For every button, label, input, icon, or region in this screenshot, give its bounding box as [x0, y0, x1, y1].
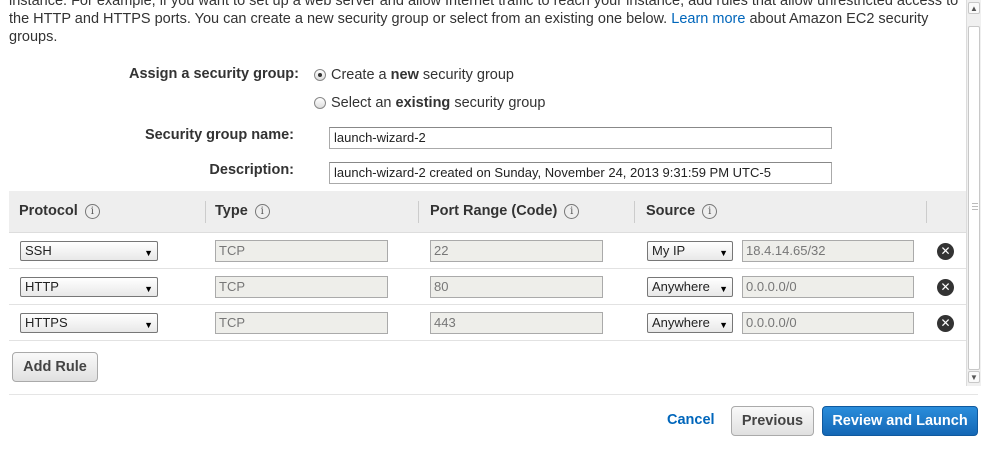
protocol-select[interactable]: SSH ▼ [20, 241, 158, 261]
previous-button[interactable]: Previous [731, 406, 814, 436]
source-info-icon[interactable]: i [702, 203, 718, 219]
chevron-down-icon: ▼ [144, 320, 153, 330]
footer-divider [9, 394, 978, 395]
header-protocol: Protocol i [19, 203, 100, 219]
column-divider [926, 201, 927, 223]
chevron-down-icon: ▼ [144, 284, 153, 294]
port-range-info-icon[interactable]: i [564, 203, 580, 219]
add-rule-button[interactable]: Add Rule [12, 352, 98, 382]
protocol-select[interactable]: HTTP ▼ [20, 277, 158, 297]
table-row: HTTP ▼ TCP 80 Anywhere ▼ 0.0.0.0/0 ✕ [9, 269, 966, 305]
column-divider [418, 201, 419, 223]
description-input[interactable]: launch-wizard-2 created on Sunday, Novem… [329, 162, 832, 184]
table-row: SSH ▼ TCP 22 My IP ▼ 18.4.14.65/32 ✕ [9, 233, 966, 269]
radio-select-existing[interactable]: Select an existing security group [314, 95, 545, 111]
grip-icon [972, 203, 978, 210]
scroll-up-icon[interactable]: ▲ [968, 2, 980, 14]
source-select[interactable]: Anywhere ▼ [647, 313, 733, 333]
assign-group-label: Assign a security group: [128, 66, 299, 82]
port-range-field: 80 [430, 276, 603, 298]
source-select[interactable]: My IP ▼ [647, 241, 733, 261]
intro-line-3: groups. [9, 29, 58, 45]
chevron-down-icon: ▼ [719, 320, 728, 330]
intro-line-1: instance. For example, if you want to se… [9, 0, 959, 9]
rules-table-header: Protocol i Type i Port Range (Code) i Sourc… [9, 191, 966, 233]
radio-select-existing-label: Select an existing security group [331, 95, 546, 111]
radio-select-existing-button[interactable] [314, 97, 326, 109]
security-group-panel: instance. For example, if you want to se… [0, 0, 966, 395]
scrollbar-thumb[interactable] [968, 26, 980, 370]
source-select[interactable]: Anywhere ▼ [647, 277, 733, 297]
scroll-down-icon[interactable]: ▼ [968, 371, 980, 383]
table-row: HTTPS ▼ TCP 443 Anywhere ▼ 0.0.0.0/0 ✕ [9, 305, 966, 341]
intro-line-2-text: the HTTP and HTTPS ports. You can create… [9, 11, 668, 27]
header-type: Type i [215, 203, 270, 219]
cancel-button[interactable]: Cancel [667, 412, 715, 428]
group-name-label: Security group name: [144, 127, 294, 143]
vertical-scrollbar[interactable]: ▲ ▼ [966, 0, 981, 386]
port-range-field: 443 [430, 312, 603, 334]
protocol-info-icon[interactable]: i [84, 203, 100, 219]
source-cidr-field[interactable]: 0.0.0.0/0 [742, 276, 914, 298]
header-port-range: Port Range (Code) i [430, 203, 580, 219]
radio-create-new[interactable]: Create a new security group [314, 67, 514, 83]
type-field: TCP [215, 276, 388, 298]
port-range-field: 22 [430, 240, 603, 262]
chevron-down-icon: ▼ [719, 284, 728, 294]
remove-rule-icon[interactable]: ✕ [937, 243, 954, 260]
type-field: TCP [215, 312, 388, 334]
review-and-launch-button[interactable]: Review and Launch [822, 406, 978, 436]
radio-create-new-button[interactable] [314, 69, 326, 81]
radio-create-new-label: Create a new security group [331, 67, 514, 83]
column-divider [205, 201, 206, 223]
group-name-input[interactable]: launch-wizard-2 [329, 127, 832, 149]
chevron-down-icon: ▼ [144, 248, 153, 258]
remove-rule-icon[interactable]: ✕ [937, 315, 954, 332]
description-label: Description: [209, 162, 294, 178]
learn-more-link[interactable]: Learn more [671, 11, 745, 27]
remove-rule-icon[interactable]: ✕ [937, 279, 954, 296]
column-divider [634, 201, 635, 223]
intro-text: instance. For example, if you want to se… [9, 0, 959, 46]
protocol-select[interactable]: HTTPS ▼ [20, 313, 158, 333]
source-cidr-field[interactable]: 18.4.14.65/32 [742, 240, 914, 262]
intro-line-2: the HTTP and HTTPS ports. You can create… [9, 10, 959, 28]
intro-line-2-tail: about Amazon EC2 security [749, 11, 929, 27]
source-cidr-field[interactable]: 0.0.0.0/0 [742, 312, 914, 334]
chevron-down-icon: ▼ [719, 248, 728, 258]
type-field: TCP [215, 240, 388, 262]
header-source: Source i [646, 203, 718, 219]
type-info-icon[interactable]: i [254, 203, 270, 219]
